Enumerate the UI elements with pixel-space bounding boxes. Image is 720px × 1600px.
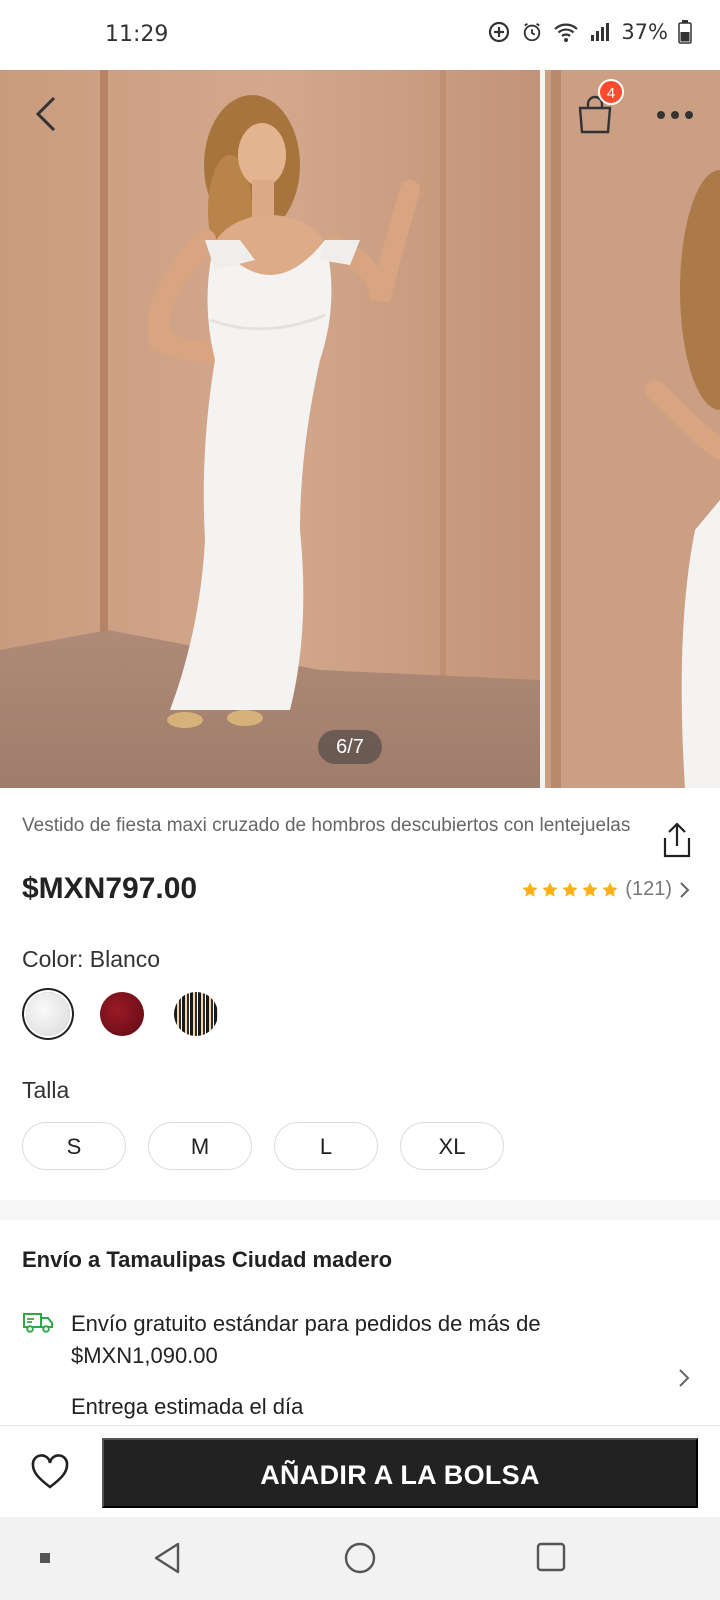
shipping-title: Envío a Tamaulipas Ciudad madero — [22, 1247, 393, 1272]
product-image-main[interactable] — [0, 70, 540, 788]
color-swatch-burgundy[interactable] — [100, 992, 144, 1036]
color-label: Color: Blanco — [22, 946, 161, 972]
size-option-s[interactable]: S — [22, 1122, 126, 1170]
truck-icon — [23, 1313, 53, 1333]
product-price: $MXN797.00 — [22, 872, 198, 905]
color-swatches — [26, 992, 218, 1036]
size-option-xl[interactable]: XL — [400, 1122, 504, 1170]
status-icons: 37% — [487, 20, 692, 44]
back-icon[interactable] — [26, 92, 70, 136]
product-title: Vestido de fiesta maxi cruzado de hombro… — [22, 815, 631, 836]
star-icon — [542, 881, 558, 897]
size-option-m[interactable]: M — [148, 1122, 252, 1170]
star-icon — [562, 881, 578, 897]
action-bar: AÑADIR A LA BOLSA — [0, 1425, 720, 1517]
nav-recents-icon[interactable] — [535, 1541, 567, 1573]
status-bar: 11:29 37% — [0, 0, 720, 70]
free-shipping-text[interactable]: Envío gratuito estándar para pedidos de … — [71, 1308, 661, 1372]
review-count: (121) — [625, 878, 672, 900]
status-time: 11:29 — [105, 22, 169, 47]
signal-icon — [591, 23, 610, 41]
nav-menu-dot-icon — [40, 1553, 50, 1563]
data-saver-icon — [489, 21, 510, 43]
more-icon[interactable] — [652, 100, 698, 130]
star-icon — [522, 881, 538, 897]
chevron-right-icon[interactable] — [676, 1366, 692, 1390]
section-divider — [0, 1200, 720, 1220]
nav-home-icon[interactable] — [343, 1541, 377, 1575]
size-label: Talla — [22, 1077, 70, 1103]
rating-summary[interactable]: (121) — [521, 878, 690, 901]
delivery-estimate: Entrega estimada el día — [71, 1394, 304, 1419]
size-options: S M L XL — [22, 1122, 504, 1170]
nav-back-icon[interactable] — [152, 1541, 182, 1575]
alarm-icon — [524, 22, 541, 42]
product-image-next[interactable] — [545, 70, 720, 788]
rating-stars — [521, 881, 619, 899]
share-icon[interactable] — [660, 820, 694, 860]
product-gallery[interactable]: 4 6/7 — [0, 70, 720, 788]
color-swatch-sequin[interactable] — [174, 992, 218, 1036]
battery-icon — [678, 20, 692, 44]
wifi-icon — [554, 23, 579, 42]
size-option-l[interactable]: L — [274, 1122, 378, 1170]
system-nav-bar — [0, 1517, 720, 1600]
add-to-bag-button[interactable]: AÑADIR A LA BOLSA — [102, 1438, 698, 1508]
image-counter: 6/7 — [318, 730, 382, 764]
cart-count-badge: 4 — [598, 79, 624, 105]
chevron-right-icon — [680, 881, 690, 898]
heart-icon[interactable] — [30, 1454, 70, 1490]
color-swatch-white[interactable] — [26, 992, 70, 1036]
star-icon — [602, 881, 618, 897]
battery-percent: 37% — [621, 20, 668, 44]
star-icon — [582, 881, 598, 897]
